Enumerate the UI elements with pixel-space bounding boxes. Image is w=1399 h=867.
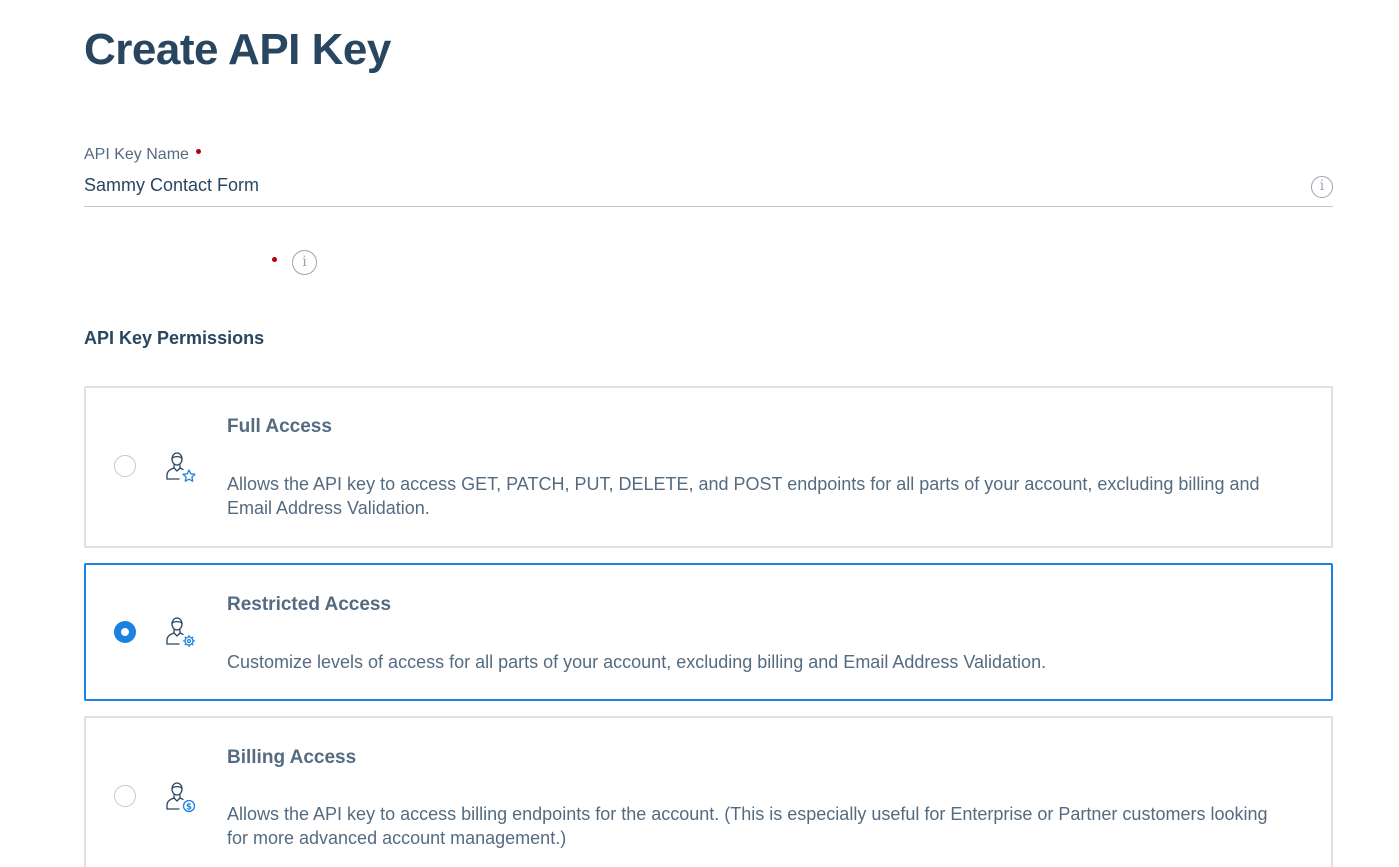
api-key-name-field: API Key Name i — [84, 145, 1333, 207]
permissions-heading: API Key Permissions — [84, 328, 265, 348]
user-star-icon — [166, 452, 196, 482]
create-api-key-page: Create API Key API Key Name i i API Key … — [0, 0, 1399, 867]
billing-access-description: Allows the API key to access billing end… — [227, 804, 1268, 848]
svg-text:$: $ — [186, 802, 192, 812]
billing-access-title: Billing Access — [227, 747, 357, 768]
api-key-name-label-text: API Key Name — [84, 146, 189, 163]
billing-access-option[interactable]: $ Billing Access Allows the API key to a… — [84, 716, 1333, 867]
info-icon[interactable]: i — [292, 250, 317, 275]
required-indicator — [272, 257, 277, 262]
full-access-radio[interactable] — [114, 455, 136, 477]
page-title: Create API Key — [84, 25, 391, 74]
user-dollar-icon: $ — [166, 782, 196, 812]
api-key-name-input[interactable] — [84, 173, 1284, 197]
full-access-title: Full Access — [227, 416, 332, 437]
full-access-option[interactable]: Full Access Allows the API key to access… — [84, 386, 1333, 548]
required-indicator — [195, 149, 201, 155]
billing-access-radio[interactable] — [114, 785, 136, 807]
restricted-access-description: Customize levels of access for all parts… — [227, 652, 1047, 672]
restricted-access-title: Restricted Access — [227, 594, 392, 615]
restricted-access-option[interactable]: Restricted Access Customize levels of ac… — [84, 563, 1333, 701]
full-access-description: Allows the API key to access GET, PATCH,… — [227, 474, 1260, 518]
api-key-name-label: API Key Name — [84, 145, 201, 165]
restricted-access-radio[interactable] — [114, 621, 136, 643]
info-icon[interactable]: i — [1311, 176, 1333, 198]
user-gear-icon — [166, 617, 195, 647]
